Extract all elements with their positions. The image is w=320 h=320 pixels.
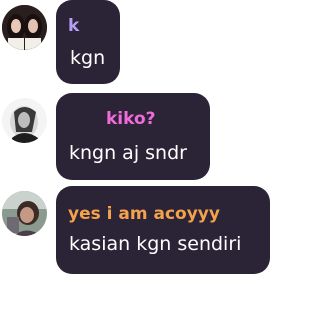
- message-bubble[interactable]: yes i am acoyyy kasian kgn sendiri: [56, 186, 270, 274]
- message-text: kngn aj sndr: [69, 142, 187, 164]
- message-text: kgn: [70, 47, 106, 69]
- chat-message-list: k kgn kiko? kngn aj sndr yes i am acoyyy…: [0, 0, 271, 320]
- message-bubble[interactable]: k kgn: [56, 0, 120, 84]
- user-avatar[interactable]: [2, 191, 47, 236]
- sender-name[interactable]: yes i am acoyyy: [68, 204, 220, 224]
- message-text: kasian kgn sendiri: [69, 233, 242, 255]
- sender-name[interactable]: kiko?: [106, 109, 156, 129]
- avatar-photo-image: [2, 5, 47, 50]
- avatar-photo-image: [2, 191, 47, 236]
- user-avatar[interactable]: [2, 98, 47, 143]
- avatar-photo-image: [2, 98, 47, 143]
- user-avatar[interactable]: [2, 5, 47, 50]
- sender-name[interactable]: k: [68, 16, 79, 36]
- message-bubble[interactable]: kiko? kngn aj sndr: [56, 93, 210, 180]
